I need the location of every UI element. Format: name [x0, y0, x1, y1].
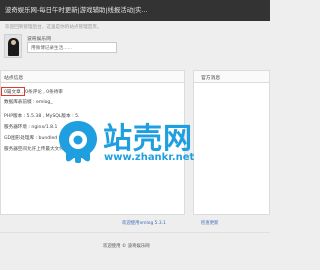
official-news-heading: 官方消息 — [201, 76, 221, 81]
copyright-text: 欢迎使用 © 波奇娱乐网 — [103, 244, 150, 249]
welcome-text: 欢迎回到管理后台，这里是你的站点管理首页。 — [5, 25, 102, 30]
user-panel: 波奇娱乐网 用微博记录生活...... — [0, 32, 270, 63]
footer-version: 欢迎使用emlog 5.3.1 — [122, 220, 166, 226]
watermark-url: www.zhankr.net — [104, 152, 195, 163]
check-update-link[interactable]: 检查更新 — [201, 220, 219, 226]
bottom-bar: 欢迎使用 © 波奇娱乐网 — [0, 232, 270, 270]
site-info-heading: 站点信息 — [4, 76, 24, 81]
top-bar: 波奇娱乐网-每日午时更新|游戏辅助|线报活动|实... — [0, 0, 270, 21]
site-title[interactable]: 波奇娱乐网-每日午时更新|游戏辅助|线报活动|实... — [5, 5, 148, 14]
official-news-header: 官方消息 — [194, 71, 269, 83]
db-prefix-line: 数据库表前缀 : emlog_ — [4, 100, 53, 105]
site-info-header: 站点信息 — [1, 71, 184, 83]
avatar-face — [11, 40, 16, 45]
stats-line[interactable]: 0篇文章 , 0条评论 , 0条待审 — [4, 89, 63, 95]
watermark: 站壳网 www.zhankr.net — [55, 118, 225, 168]
note-text: 用微博记录生活...... — [31, 46, 72, 51]
watermark-name: 站壳网 — [103, 121, 194, 155]
server-env-line: 服务器环境 : nginx/1.8.1 — [4, 125, 58, 130]
avatar[interactable] — [4, 34, 22, 58]
twitter-note-input[interactable]: 用微博记录生活...... — [27, 42, 117, 53]
watermark-logo-icon — [59, 121, 97, 163]
footer-version-text[interactable]: 欢迎使用emlog 5.3.1 — [122, 221, 166, 226]
username: 波奇娱乐网 — [27, 37, 51, 42]
